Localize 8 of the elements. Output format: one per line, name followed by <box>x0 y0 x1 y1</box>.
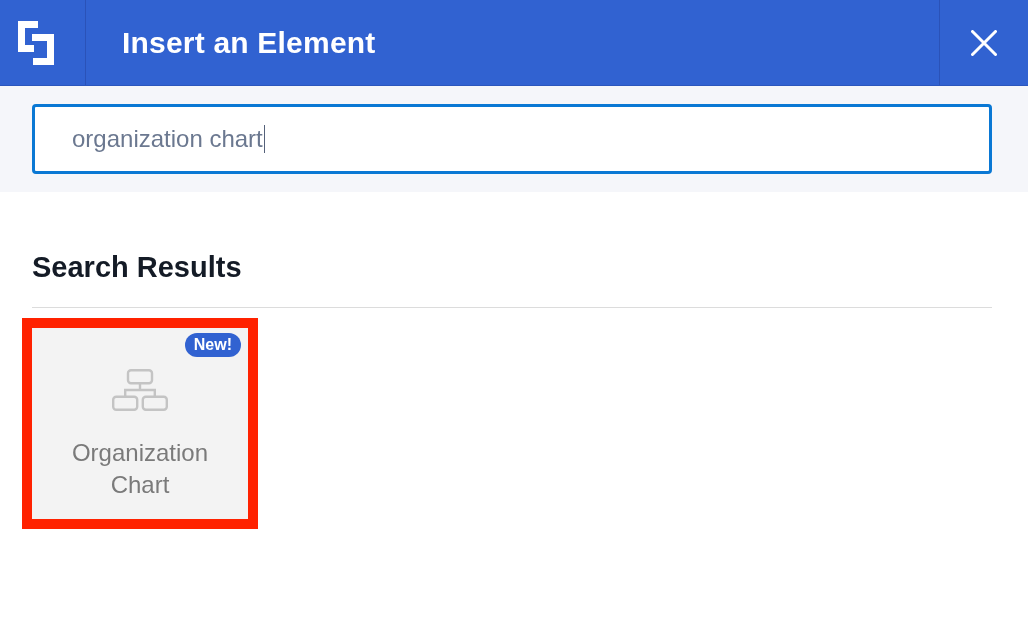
section-heading: Search Results <box>32 250 243 285</box>
org-chart-icon <box>112 369 168 411</box>
dialog-title: Insert an Element <box>122 24 376 61</box>
card-label: Organization Chart <box>70 438 210 500</box>
new-badge: New! <box>184 333 241 357</box>
search-field[interactable]: organization chart <box>32 104 992 174</box>
logo-icon <box>17 20 54 65</box>
close-icon <box>971 29 997 56</box>
